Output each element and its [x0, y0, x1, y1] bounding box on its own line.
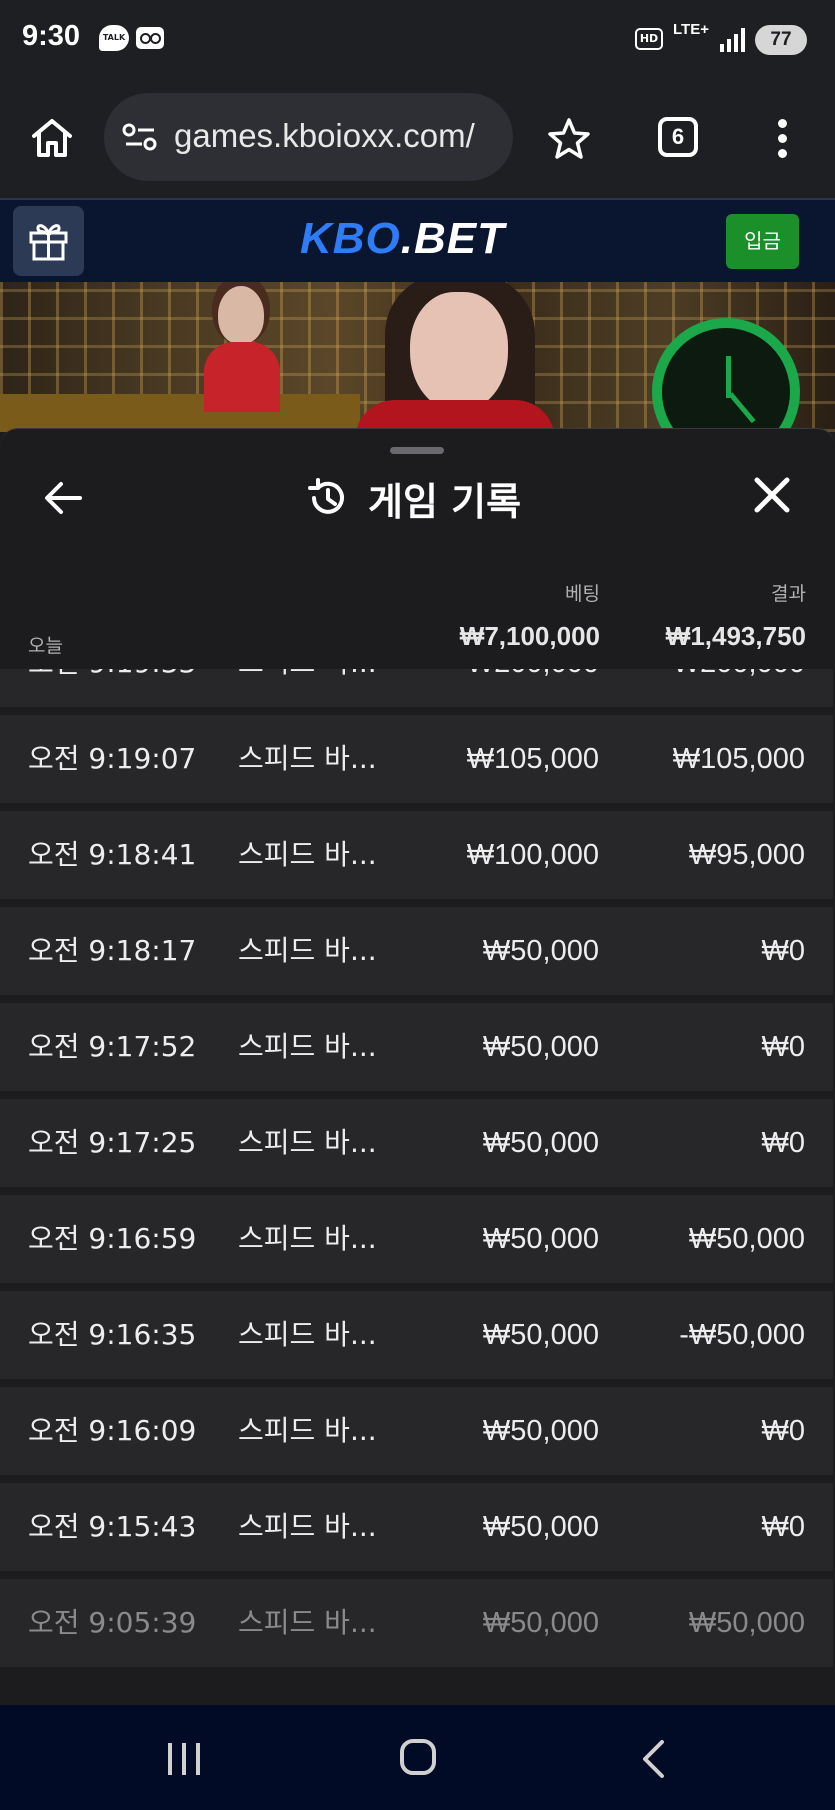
arrow-left-icon[interactable] — [42, 477, 84, 519]
url-text[interactable]: games.kboioxx.com/ — [174, 117, 475, 155]
row-result: -₩50,000 — [679, 1319, 805, 1351]
row-bet: ₩200,000 — [467, 669, 599, 707]
row-game: 스피드 바... — [238, 742, 377, 775]
row-bet: ₩50,000 — [482, 1511, 599, 1543]
history-row[interactable]: 오전 9:19:33 스피드 바... ₩200,000 -₩200,000 — [0, 669, 833, 707]
row-time: 오전 9:16:35 — [28, 1318, 197, 1351]
deposit-button[interactable]: 입금 — [726, 214, 799, 269]
address-bar[interactable]: games.kboioxx.com/ — [104, 93, 513, 181]
gift-button[interactable] — [13, 206, 84, 276]
row-bet: ₩50,000 — [482, 1607, 599, 1639]
site-header: KBO.BET 입금 — [0, 198, 835, 282]
history-row[interactable]: 오전 9:18:17 스피드 바... ₩50,000 ₩0 — [0, 907, 833, 995]
logo-primary: KBO — [300, 214, 401, 263]
row-bet: ₩105,000 — [466, 743, 599, 775]
row-result: ₩0 — [761, 1031, 806, 1063]
row-game: 스피드 바... — [238, 1606, 377, 1639]
voicemail-icon — [136, 27, 164, 49]
sheet-header: 게임 기록 — [306, 473, 522, 524]
video-table — [0, 394, 360, 432]
row-time: 오전 9:19:33 — [28, 669, 196, 707]
history-row[interactable]: 오전 9:19:07 스피드 바... ₩105,000 ₩105,000 — [0, 715, 833, 803]
row-game: 스피드 바... — [238, 1414, 377, 1447]
browser-toolbar: games.kboioxx.com/ 6 — [0, 80, 835, 198]
row-time: 오전 9:15:43 — [28, 1510, 197, 1543]
gift-icon — [29, 224, 68, 261]
row-bet: ₩50,000 — [482, 1223, 599, 1255]
column-header-bet: 베팅 — [565, 583, 600, 605]
history-row[interactable]: 오전 9:16:09 스피드 바... ₩50,000 ₩0 — [0, 1387, 833, 1475]
tab-switcher-button[interactable]: 6 — [658, 117, 698, 157]
kakaotalk-notification-icon: TALK — [99, 25, 129, 51]
history-row[interactable]: 오전 9:17:52 스피드 바... ₩50,000 ₩0 — [0, 1003, 833, 1091]
history-row[interactable]: 오전 9:16:59 스피드 바... ₩50,000 ₩50,000 — [0, 1195, 833, 1283]
game-history-sheet: 게임 기록 베팅 결과 오늘 ₩7,100,000 ₩1,493,750 오전 … — [0, 428, 835, 1705]
row-time: 오전 9:16:59 — [28, 1222, 197, 1255]
video-dealer-background — [218, 286, 264, 344]
row-result: ₩105,000 — [672, 743, 805, 775]
sheet-drag-handle[interactable] — [390, 447, 444, 454]
battery-indicator: 77 — [755, 25, 807, 55]
more-vert-icon[interactable] — [774, 116, 790, 162]
row-game: 스피드 바... — [238, 669, 377, 707]
star-icon[interactable] — [546, 116, 592, 162]
row-time: 오전 9:18:41 — [28, 838, 197, 871]
row-time: 오전 9:05:39 — [28, 1606, 197, 1639]
total-result: ₩1,493,750 — [665, 621, 806, 651]
network-type: LTE+ — [673, 21, 709, 38]
row-bet: ₩50,000 — [482, 1127, 599, 1159]
row-time: 오전 9:17:25 — [28, 1126, 197, 1159]
column-header-result: 결과 — [771, 583, 806, 605]
live-video-feed — [0, 282, 835, 432]
row-game: 스피드 바... — [238, 1222, 377, 1255]
total-bet: ₩7,100,000 — [459, 621, 600, 651]
row-bet: ₩50,000 — [482, 1031, 599, 1063]
row-bet: ₩50,000 — [482, 935, 599, 967]
history-row[interactable]: 오전 9:17:25 스피드 바... ₩50,000 ₩0 — [0, 1099, 833, 1187]
row-bet: ₩100,000 — [466, 839, 599, 871]
history-row[interactable]: 오전 9:16:35 스피드 바... ₩50,000 -₩50,000 — [0, 1291, 833, 1379]
row-time: 오전 9:19:07 — [28, 742, 197, 775]
logo-secondary: .BET — [400, 214, 506, 263]
row-game: 스피드 바... — [238, 1030, 377, 1063]
row-time: 오전 9:18:17 — [28, 934, 197, 967]
row-game: 스피드 바... — [238, 838, 377, 871]
home-icon[interactable] — [30, 116, 74, 160]
hd-voice-icon: HD — [635, 28, 663, 50]
row-result: -₩200,000 — [663, 669, 805, 707]
row-result: ₩0 — [761, 1127, 806, 1159]
row-result: ₩0 — [761, 1511, 806, 1543]
nav-back-icon[interactable] — [640, 1739, 666, 1779]
history-row[interactable]: 오전 9:15:43 스피드 바... ₩50,000 ₩0 — [0, 1483, 833, 1571]
sheet-title: 게임 기록 — [368, 479, 522, 524]
signal-icon — [720, 28, 748, 52]
system-nav-bar — [0, 1705, 835, 1810]
site-logo[interactable]: KBO.BET — [300, 214, 505, 264]
row-result: ₩50,000 — [688, 1223, 805, 1255]
history-row[interactable]: 오전 9:05:39 스피드 바... ₩50,000 ₩50,000 — [0, 1579, 833, 1667]
row-time: 오전 9:17:52 — [28, 1030, 197, 1063]
recent-apps-icon[interactable] — [168, 1743, 202, 1775]
row-result: ₩0 — [761, 1415, 806, 1447]
row-game: 스피드 바... — [238, 1126, 377, 1159]
row-time: 오전 9:16:09 — [28, 1414, 197, 1447]
history-icon — [308, 478, 344, 514]
row-result: ₩0 — [761, 935, 806, 967]
row-result: ₩95,000 — [688, 839, 805, 871]
row-game: 스피드 바... — [238, 1318, 377, 1351]
row-game: 스피드 바... — [238, 934, 377, 967]
row-bet: ₩50,000 — [482, 1415, 599, 1447]
row-result: ₩50,000 — [688, 1607, 805, 1639]
nav-home-icon[interactable] — [400, 1739, 436, 1775]
site-info-icon[interactable] — [122, 123, 158, 151]
close-icon[interactable] — [752, 475, 792, 515]
row-game: 스피드 바... — [238, 1510, 377, 1543]
history-list[interactable]: 오전 9:19:33 스피드 바... ₩200,000 -₩200,000 오… — [0, 669, 835, 1705]
history-row[interactable]: 오전 9:18:41 스피드 바... ₩100,000 ₩95,000 — [0, 811, 833, 899]
status-time: 9:30 — [22, 20, 81, 52]
row-bet: ₩50,000 — [482, 1319, 599, 1351]
today-label: 오늘 — [28, 635, 63, 657]
status-bar: 9:30 TALK HD LTE+ 77 — [0, 0, 835, 80]
